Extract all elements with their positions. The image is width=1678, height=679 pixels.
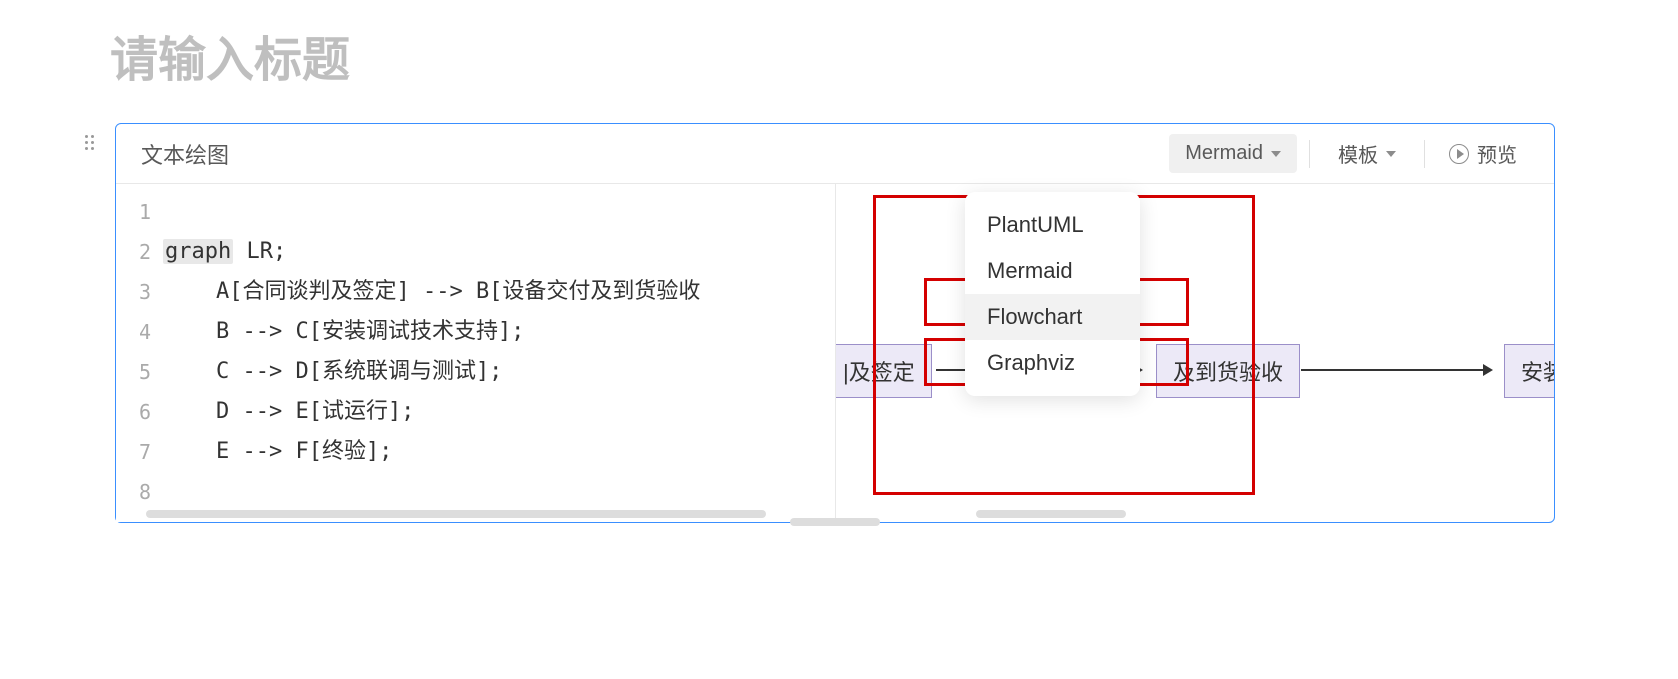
preview-button[interactable]: 预览 <box>1437 131 1529 176</box>
engine-dropdown[interactable]: Mermaid <box>1169 134 1297 173</box>
dropdown-item-mermaid[interactable]: Mermaid <box>965 248 1140 294</box>
dropdown-item-graphviz[interactable]: Graphviz <box>965 340 1140 386</box>
preview-scrollbar[interactable] <box>976 510 1126 518</box>
toolbar-divider <box>1424 140 1425 168</box>
play-icon <box>1449 144 1469 164</box>
toolbar-divider <box>1309 140 1310 168</box>
flow-arrow-icon <box>1301 369 1491 371</box>
preview-pane: |及签定 及到货验收 安装 <box>835 184 1554 522</box>
preview-label: 预览 <box>1477 139 1517 168</box>
template-label: 模板 <box>1338 139 1378 168</box>
code-editor[interactable]: graph LR; A[合同谈判及签定] --> B[设备交付及到货验收 B -… <box>151 184 835 522</box>
engine-dropdown-menu: PlantUML Mermaid Flowchart Graphviz <box>965 192 1140 396</box>
block-type-label: 文本绘图 <box>141 138 229 170</box>
page-title[interactable]: 请输入标题 <box>110 20 350 90</box>
flow-node: 安装 <box>1504 344 1554 398</box>
code-scrollbar[interactable] <box>146 510 766 518</box>
chevron-down-icon <box>1386 151 1396 157</box>
drag-handle-icon[interactable] <box>85 135 101 151</box>
flow-node: 及到货验收 <box>1156 344 1300 398</box>
line-gutter: 1 2 3 4 5 6 7 8 <box>116 184 151 522</box>
chevron-down-icon <box>1271 151 1281 157</box>
text-drawing-block: 文本绘图 Mermaid 模板 预览 1 2 3 4 <box>115 123 1555 523</box>
editor-body: 1 2 3 4 5 6 7 8 graph LR; A[合同谈判及签定] -->… <box>116 184 1554 522</box>
pane-splitter[interactable] <box>790 518 880 522</box>
engine-label: Mermaid <box>1185 142 1263 165</box>
dropdown-item-plantuml[interactable]: PlantUML <box>965 202 1140 248</box>
dropdown-item-flowchart[interactable]: Flowchart <box>965 294 1140 340</box>
block-toolbar: 文本绘图 Mermaid 模板 预览 <box>116 124 1554 184</box>
code-pane[interactable]: 1 2 3 4 5 6 7 8 graph LR; A[合同谈判及签定] -->… <box>116 184 835 522</box>
template-dropdown[interactable]: 模板 <box>1322 131 1412 176</box>
flow-node: |及签定 <box>835 344 932 398</box>
